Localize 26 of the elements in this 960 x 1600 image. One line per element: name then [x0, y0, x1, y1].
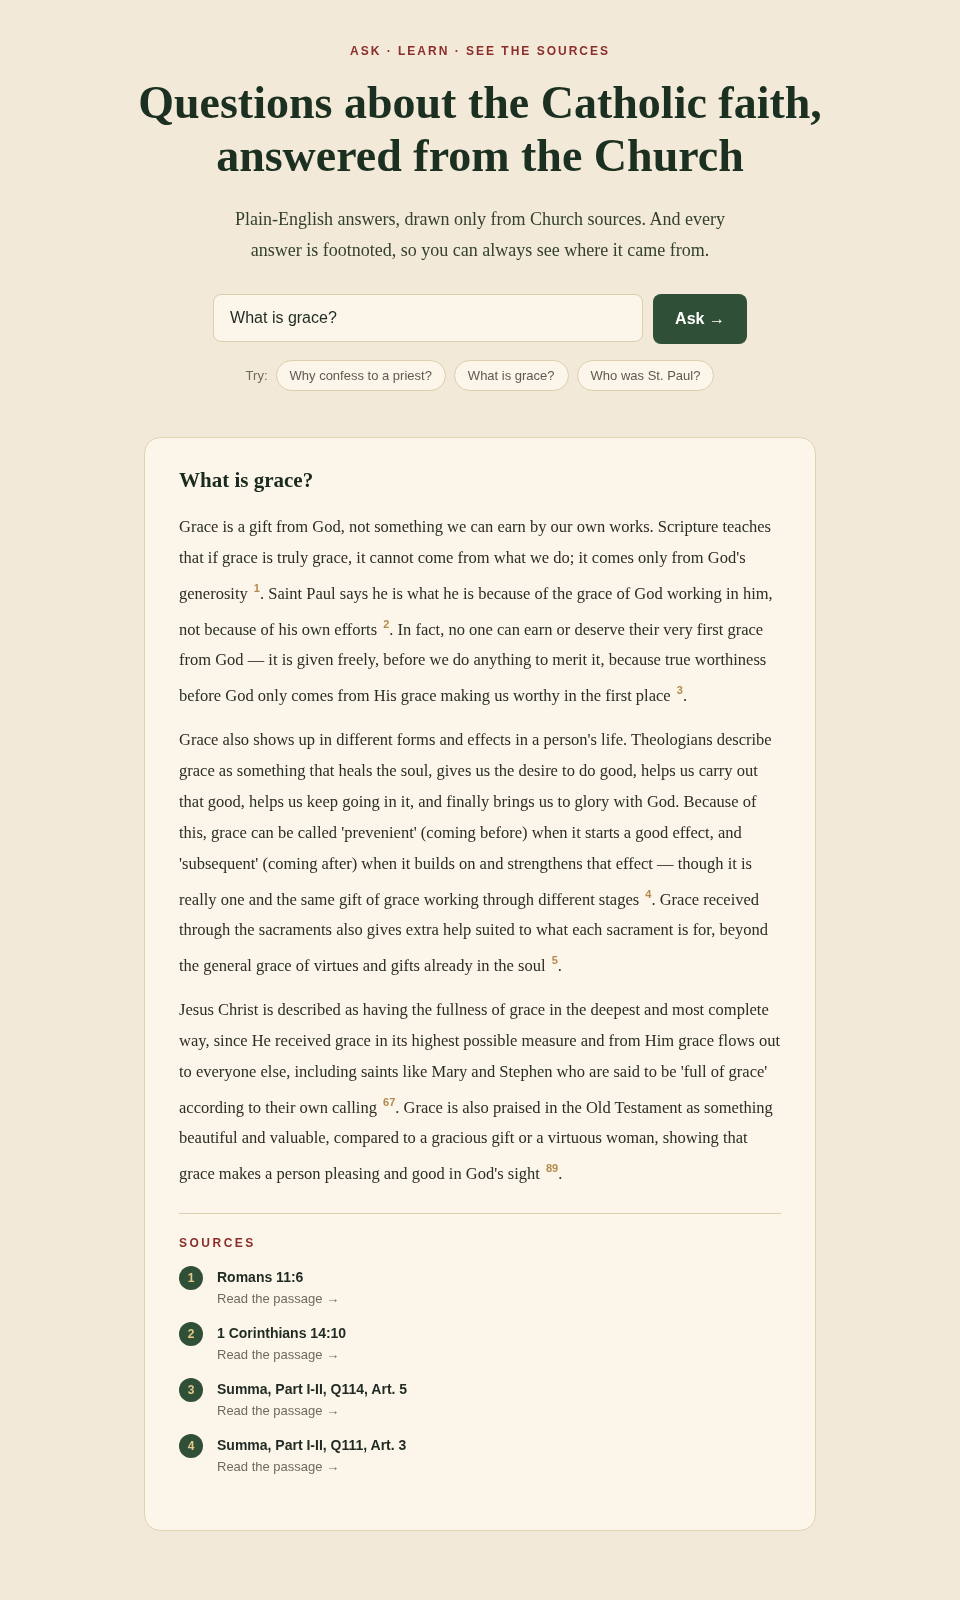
sources-heading: SOURCES [179, 1235, 257, 1250]
suggestion-chip[interactable]: What is grace? [453, 360, 569, 391]
page-title: Questions about the Catholic faith, answered from the Church [137, 76, 823, 182]
tagline: ASK · LEARN · SEE THE SOURCES [350, 44, 610, 58]
source-title: Summa, Part I-II, Q111, Art. 3 [217, 1435, 407, 1453]
read-passage-link[interactable]: Read the passage → [217, 1346, 340, 1362]
question-field[interactable]: What is grace? [213, 294, 644, 342]
answer-question: What is grace? [179, 468, 315, 493]
source-number: 1 [179, 1265, 203, 1290]
source-number: 4 [179, 1433, 203, 1458]
answer-paragraph: Grace is a gift from God, not something we can earn by our own works. Scripture teaches that if grace is truly grace, it cannot come from what we do; it comes only from God's generosity $^{1}$. Saint Paul says he is what he is because of the grace of God working in him, not because of his own efforts $^{2}$. In fact, no one can earn or deserve their very first grace from God — it is given freely, before we do anything to merit it, because true worthiness before God only comes from His grace making us worthy in the first place $^{3}$. [179, 516, 774, 707]
source-number: 3 [179, 1377, 203, 1402]
read-passage-link[interactable]: Read the passage → [217, 1402, 340, 1418]
source-number: 2 [179, 1321, 203, 1346]
answer-paragraph: Jesus Christ is described as having the fullness of grace in the deepest and most complete way, since He received grace in its highest possible measure and from Him grace flows out to everyone else, including saints like Mary and Stephen who are said to be 'full of grace' according to their own calling $^{67}$. Grace is also praised in the Old Testament as something beautiful and valuable, compared to a gracious gift or a virtuous woman, showing that grace makes a person pleasing and good in God's sight $^{89}$. [179, 998, 781, 1185]
answer-paragraph: Grace also shows up in different forms and effects in a person's life. Theologians describe grace as something that heals the soul, gives us the desire to do good, helps us carry out that good, helps us keep going in it, and finally brings us to glory with God. Because of this, grace can be called 'prevenient' (coming before) when it starts a good effect, and 'subsequent' (coming after) when it builds on and strengthens that effect — though it is really one and the same gift of grace working through different stages $^{4}$. Grace received through the sacraments also gives extra help suited to what each sacrament is for, beyond the general grace of virtues and gifts already in the soul $^{5}$. [179, 728, 773, 977]
source-title: Romans 11:6 [217, 1267, 304, 1285]
suggestion-chip[interactable]: Who was St. Paul? [576, 360, 715, 391]
source-title: 1 Corinthians 14:10 [217, 1323, 347, 1341]
subtitle: Plain-English answers, drawn only from Church sources. And every answer is footnoted, so you can always see where it came from. [234, 208, 726, 262]
read-passage-link[interactable]: Read the passage → [217, 1290, 340, 1306]
ask-button[interactable]: Ask → [653, 294, 747, 344]
source-title: Summa, Part I-II, Q114, Art. 5 [217, 1379, 408, 1397]
suggestion-chip[interactable]: Why confess to a priest? [275, 360, 446, 391]
read-passage-link[interactable]: Read the passage → [217, 1458, 340, 1474]
try-label: Try: [245, 368, 268, 383]
